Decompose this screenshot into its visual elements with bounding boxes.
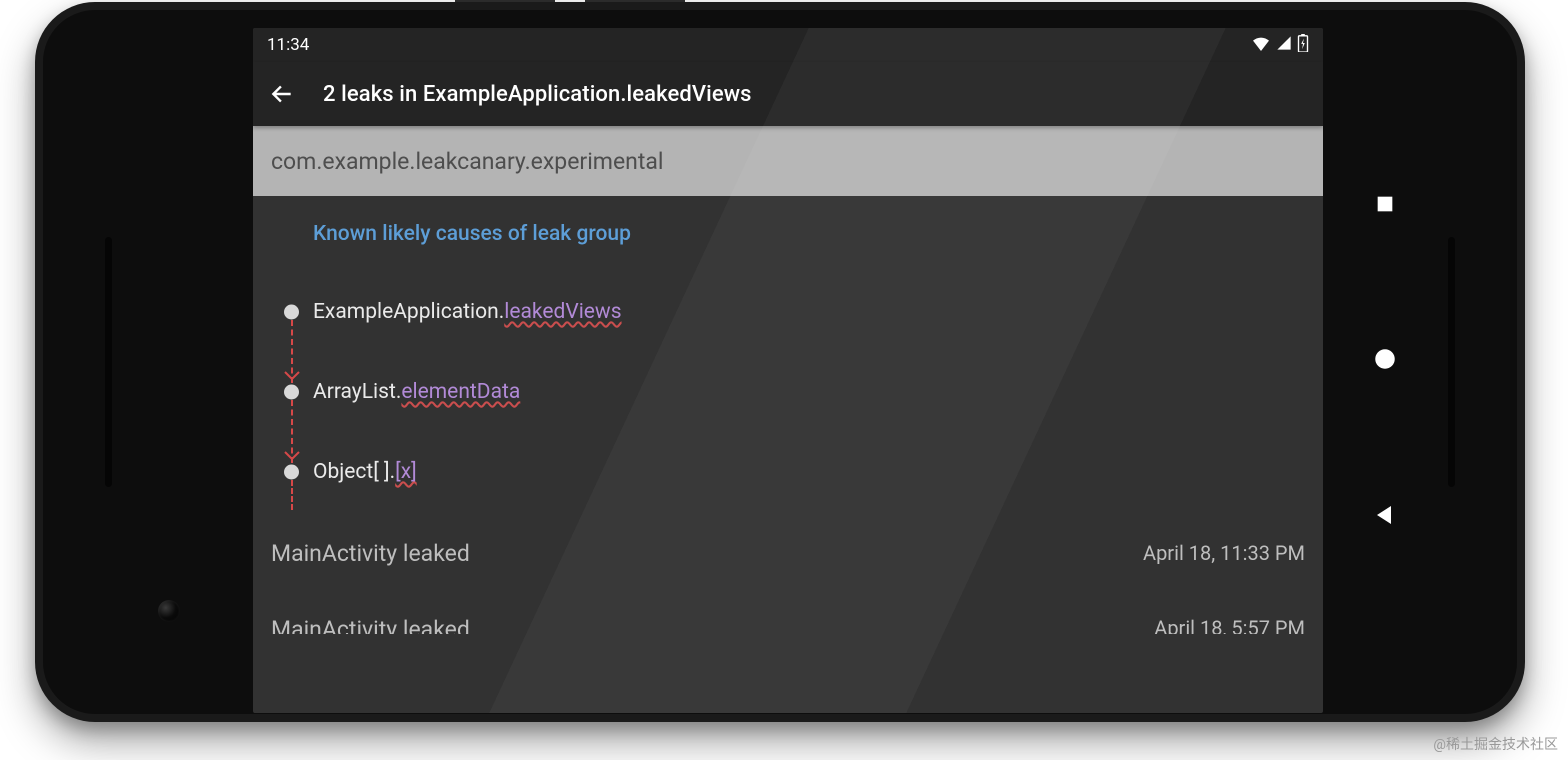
status-time: 11:34 [267, 35, 309, 55]
trace-row[interactable]: Object[ ].[x] [313, 432, 1323, 512]
leak-timestamp: April 18, 5:57 PM [1154, 616, 1305, 634]
status-bar: 11:34 [253, 28, 1323, 62]
leak-list-item[interactable]: MainActivity leaked April 18, 5:57 PM [253, 594, 1323, 634]
nav-home-button[interactable] [1372, 346, 1398, 376]
wifi-icon [1251, 35, 1271, 56]
trace-node-icon [284, 385, 299, 400]
leak-title: MainActivity leaked [271, 616, 470, 634]
back-arrow-icon[interactable] [269, 81, 295, 107]
phone-frame: 11:34 2 leaks in ExampleA [35, 2, 1525, 722]
speaker-right [1448, 237, 1455, 487]
trace-row[interactable]: ExampleApplication.leakedViews [313, 272, 1323, 352]
arrow-down-icon [283, 369, 301, 385]
package-header: com.example.leakcanary.experimental [253, 126, 1323, 196]
watermark: @稀土掘金技术社区 [1433, 734, 1558, 754]
cell-signal-icon [1275, 35, 1293, 56]
leak-trace: Known likely causes of leak group Exampl… [253, 196, 1323, 512]
leak-timestamp: April 18, 11:33 PM [1143, 541, 1305, 565]
arrow-down-icon [283, 449, 301, 465]
leak-list-item[interactable]: MainActivity leaked April 18, 11:33 PM [253, 512, 1323, 594]
front-camera [158, 600, 180, 622]
trace-field-label: leakedViews [504, 300, 621, 324]
content-area[interactable]: com.example.leakcanary.experimental Know… [253, 126, 1323, 634]
app-bar-title: 2 leaks in ExampleApplication.leakedView… [323, 82, 752, 107]
trace-field-label: elementData [401, 380, 520, 404]
battery-charging-icon [1297, 34, 1309, 57]
phone-body: 11:34 2 leaks in ExampleA [43, 10, 1517, 714]
app-bar: 2 leaks in ExampleApplication.leakedView… [253, 62, 1323, 126]
android-nav-bar [1349, 10, 1421, 714]
trace-header-row[interactable]: Known likely causes of leak group [313, 196, 1323, 272]
leak-title: MainActivity leaked [271, 540, 470, 567]
phone-hw-buttons [335, 0, 935, 3]
trace-class-label: ArrayList.elementData [313, 380, 520, 404]
trace-node-icon [284, 465, 299, 480]
trace-class-label: ExampleApplication.leakedViews [313, 300, 622, 324]
trace-class-label: Object[ ].[x] [313, 460, 417, 484]
trace-node-icon [284, 305, 299, 320]
trace-header-label: Known likely causes of leak group [313, 222, 631, 246]
speaker-left [105, 237, 112, 487]
nav-overview-button[interactable] [1374, 193, 1396, 219]
trace-field-label: [x] [395, 460, 417, 484]
screen: 11:34 2 leaks in ExampleA [253, 28, 1323, 713]
trace-row[interactable]: ArrayList.elementData [313, 352, 1323, 432]
nav-back-button[interactable] [1373, 503, 1397, 531]
